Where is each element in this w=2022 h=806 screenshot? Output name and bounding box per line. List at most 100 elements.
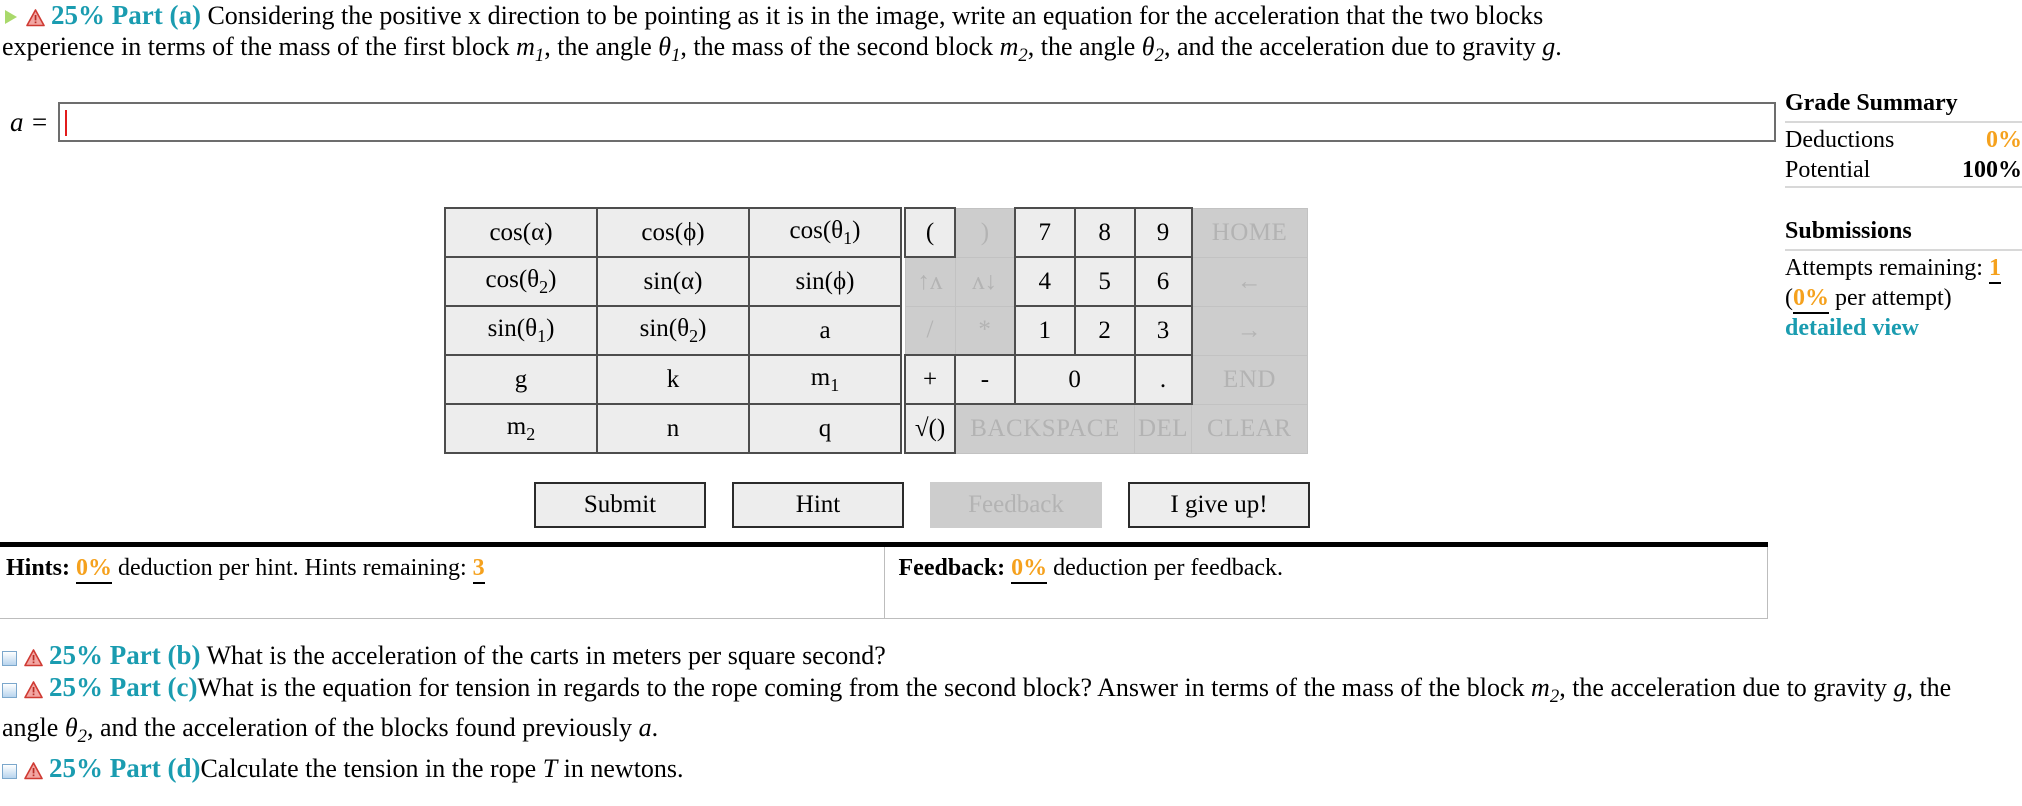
key-q[interactable]: q — [748, 403, 902, 454]
pd-T: T — [542, 753, 558, 783]
key-del: DEL — [1134, 403, 1192, 454]
part-d-row[interactable]: 25% Part (d)Calculate the tension in the… — [2, 753, 2012, 784]
k-pre: m — [506, 412, 527, 440]
k-pre: m — [810, 363, 831, 391]
key-1[interactable]: 1 — [1013, 305, 1076, 356]
hints-text: deduction per hint. Hints remaining: — [118, 555, 467, 581]
divider — [1785, 121, 2022, 123]
text-caret — [65, 110, 68, 136]
key-m1[interactable]: m1 — [748, 354, 902, 405]
key-decimal[interactable]: . — [1133, 354, 1193, 405]
divider — [1785, 186, 2022, 188]
keypad-row: + - 0 . END — [904, 354, 1308, 405]
k-post: ) — [852, 216, 861, 244]
k-sub: 1 — [843, 227, 853, 248]
feedback-text: deduction per feedback. — [1053, 555, 1284, 581]
key-4[interactable]: 4 — [1013, 256, 1076, 307]
key-sin-theta2[interactable]: sin(θ2) — [596, 305, 750, 356]
key-cos-alpha[interactable]: cos(α) — [444, 207, 598, 258]
key-a[interactable]: a — [748, 305, 902, 356]
pa-theta2: θ — [1141, 32, 1155, 61]
pa-theta2-sub: 2 — [1154, 44, 1164, 66]
key-sqrt[interactable]: √() — [904, 403, 956, 454]
key-6[interactable]: 6 — [1133, 256, 1193, 307]
hint-button[interactable]: Hint — [732, 482, 904, 528]
pa-m2: m — [999, 32, 1019, 61]
pd-ta: Calculate the tension in the rope — [200, 753, 543, 783]
k-sub: 1 — [537, 325, 547, 346]
warning-triangle-icon[interactable] — [23, 762, 43, 780]
feedback-cell: Feedback: 0% deduction per feedback. — [883, 547, 1768, 618]
feedback-deduction-pct: 0% — [1011, 555, 1048, 584]
give-up-button[interactable]: I give up! — [1128, 482, 1310, 528]
numeric-keypad: ( ) 7 8 9 HOME ↑ʌ ʌ↓ 4 5 6 ← / * 1 2 3 →… — [904, 207, 1308, 454]
pa-m1-sub: 1 — [534, 44, 545, 66]
key-7[interactable]: 7 — [1013, 207, 1076, 258]
pa-theta1: θ — [658, 32, 672, 61]
hints-deduction-pct: 0% — [76, 555, 113, 584]
pc-g: g — [1893, 673, 1907, 702]
equation-keypad: cos(α) cos(ϕ) cos(θ1) cos(θ2) sin(α) sin… — [444, 207, 1308, 454]
feedback-label: Feedback: — [898, 555, 1006, 581]
keypad-row: g k m1 — [444, 354, 902, 405]
pc-tf: . — [651, 712, 659, 742]
key-cos-phi[interactable]: cos(ϕ) — [596, 207, 750, 258]
warning-triangle-icon[interactable] — [25, 9, 45, 27]
key-8[interactable]: 8 — [1073, 207, 1136, 258]
part-d-percent-label: 25% Part (d) — [49, 752, 201, 783]
k-sub: 2 — [689, 325, 699, 346]
part-c-percent-label: 25% Part (c) — [49, 672, 198, 702]
warning-triangle-icon[interactable] — [23, 681, 43, 699]
key-cos-theta1[interactable]: cos(θ1) — [748, 207, 902, 258]
part-b-row[interactable]: 25% Part (b) What is the acceleration of… — [2, 640, 2012, 671]
key-end: END — [1191, 354, 1308, 405]
key-multiply: * — [954, 305, 1016, 356]
expander-square-icon[interactable] — [2, 763, 17, 779]
key-k[interactable]: k — [596, 354, 750, 405]
pc-m2-sub: 2 — [1549, 685, 1560, 707]
key-g[interactable]: g — [444, 354, 598, 405]
attempts-remaining-label: Attempts remaining: — [1785, 255, 1983, 281]
part-d-text: Calculate the tension in the rope T in n… — [200, 754, 683, 783]
pd-tb: in newtons. — [557, 753, 684, 783]
key-cos-theta2[interactable]: cos(θ2) — [444, 256, 598, 307]
part-c-row[interactable]: 25% Part (c)What is the equation for ten… — [2, 672, 2012, 752]
answer-input[interactable] — [58, 102, 1777, 142]
paren-open: ( — [1785, 285, 1793, 311]
pa-t2a: experience in terms of the mass of the f… — [2, 32, 517, 61]
pa-t2f: . — [1555, 32, 1562, 61]
key-sin-phi[interactable]: sin(ϕ) — [748, 256, 902, 307]
key-open-paren[interactable]: ( — [904, 207, 956, 258]
warning-triangle-icon[interactable] — [23, 649, 43, 667]
k-post: ) — [548, 265, 557, 293]
pc-theta: θ — [64, 712, 78, 742]
pc-m2: m — [1531, 673, 1550, 702]
expander-square-icon[interactable] — [2, 651, 17, 666]
key-minus[interactable]: - — [954, 354, 1016, 405]
detailed-view-link[interactable]: detailed view — [1785, 315, 1919, 341]
pa-t2d: , the angle — [1027, 32, 1142, 61]
key-sin-alpha[interactable]: sin(α) — [596, 256, 750, 307]
key-2[interactable]: 2 — [1073, 305, 1136, 356]
parts-list: 25% Part (b) What is the acceleration of… — [2, 640, 2012, 785]
pc-tc: acceleration due to gravity — [1610, 673, 1894, 702]
pa-m2-sub: 2 — [1018, 44, 1028, 66]
keypad-row: cos(θ2) sin(α) sin(ϕ) — [444, 256, 902, 307]
key-plus[interactable]: + — [904, 354, 956, 405]
key-5[interactable]: 5 — [1073, 256, 1136, 307]
play-triangle-icon[interactable] — [2, 9, 19, 26]
expander-square-icon[interactable] — [2, 683, 17, 698]
key-left-arrow: ← — [1191, 256, 1308, 307]
key-9[interactable]: 9 — [1133, 207, 1193, 258]
key-n[interactable]: n — [596, 403, 750, 454]
part-b-text: What is the acceleration of the carts in… — [206, 641, 886, 670]
submit-button[interactable]: Submit — [534, 482, 706, 528]
key-3[interactable]: 3 — [1133, 305, 1193, 356]
key-home: HOME — [1191, 207, 1308, 258]
k-post: ) — [546, 314, 555, 342]
key-0[interactable]: 0 — [1013, 354, 1136, 405]
keypad-row: √() BACKSPACE DEL CLEAR — [904, 403, 1308, 454]
variable-keypad: cos(α) cos(ϕ) cos(θ1) cos(θ2) sin(α) sin… — [444, 207, 902, 454]
key-m2[interactable]: m2 — [444, 403, 598, 454]
key-sin-theta1[interactable]: sin(θ1) — [444, 305, 598, 356]
